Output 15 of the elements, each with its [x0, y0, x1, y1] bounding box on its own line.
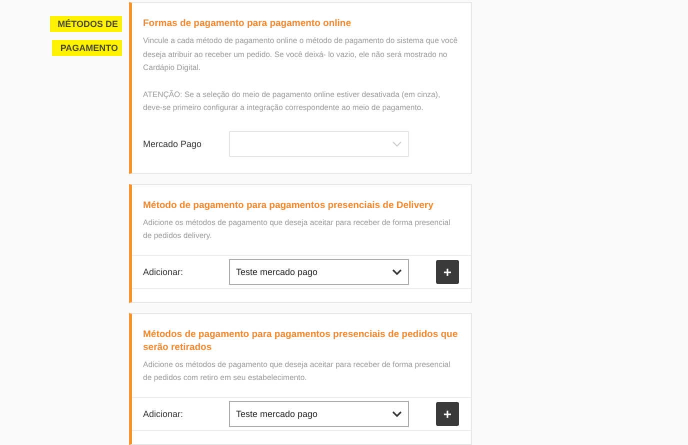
card-title: Formas de pagamento para pagamento online	[143, 17, 352, 30]
field-label: Adicionar:	[143, 266, 184, 276]
payment-select[interactable]: Teste mercado pago	[229, 400, 409, 426]
add-button[interactable]: +	[436, 260, 459, 284]
section-heading: MÉTODOS DE	[50, 16, 122, 32]
chevron-down-icon	[392, 140, 402, 146]
field-label: Adicionar:	[143, 408, 184, 418]
card-title: Métodos de pagamento para pagamentos presenciais de pedidos que serão retirados	[143, 328, 459, 354]
chevron-down-icon	[392, 268, 402, 274]
card-title: Método de pagamento para pagamentos presenciais de Delivery	[143, 198, 434, 212]
chevron-down-icon	[392, 410, 402, 416]
field-label: Mercado Pago	[143, 138, 203, 148]
section-heading: PAGAMENTO	[52, 40, 122, 56]
add-button[interactable]: +	[436, 402, 459, 426]
payment-select[interactable]: Teste mercado pago	[229, 258, 409, 284]
